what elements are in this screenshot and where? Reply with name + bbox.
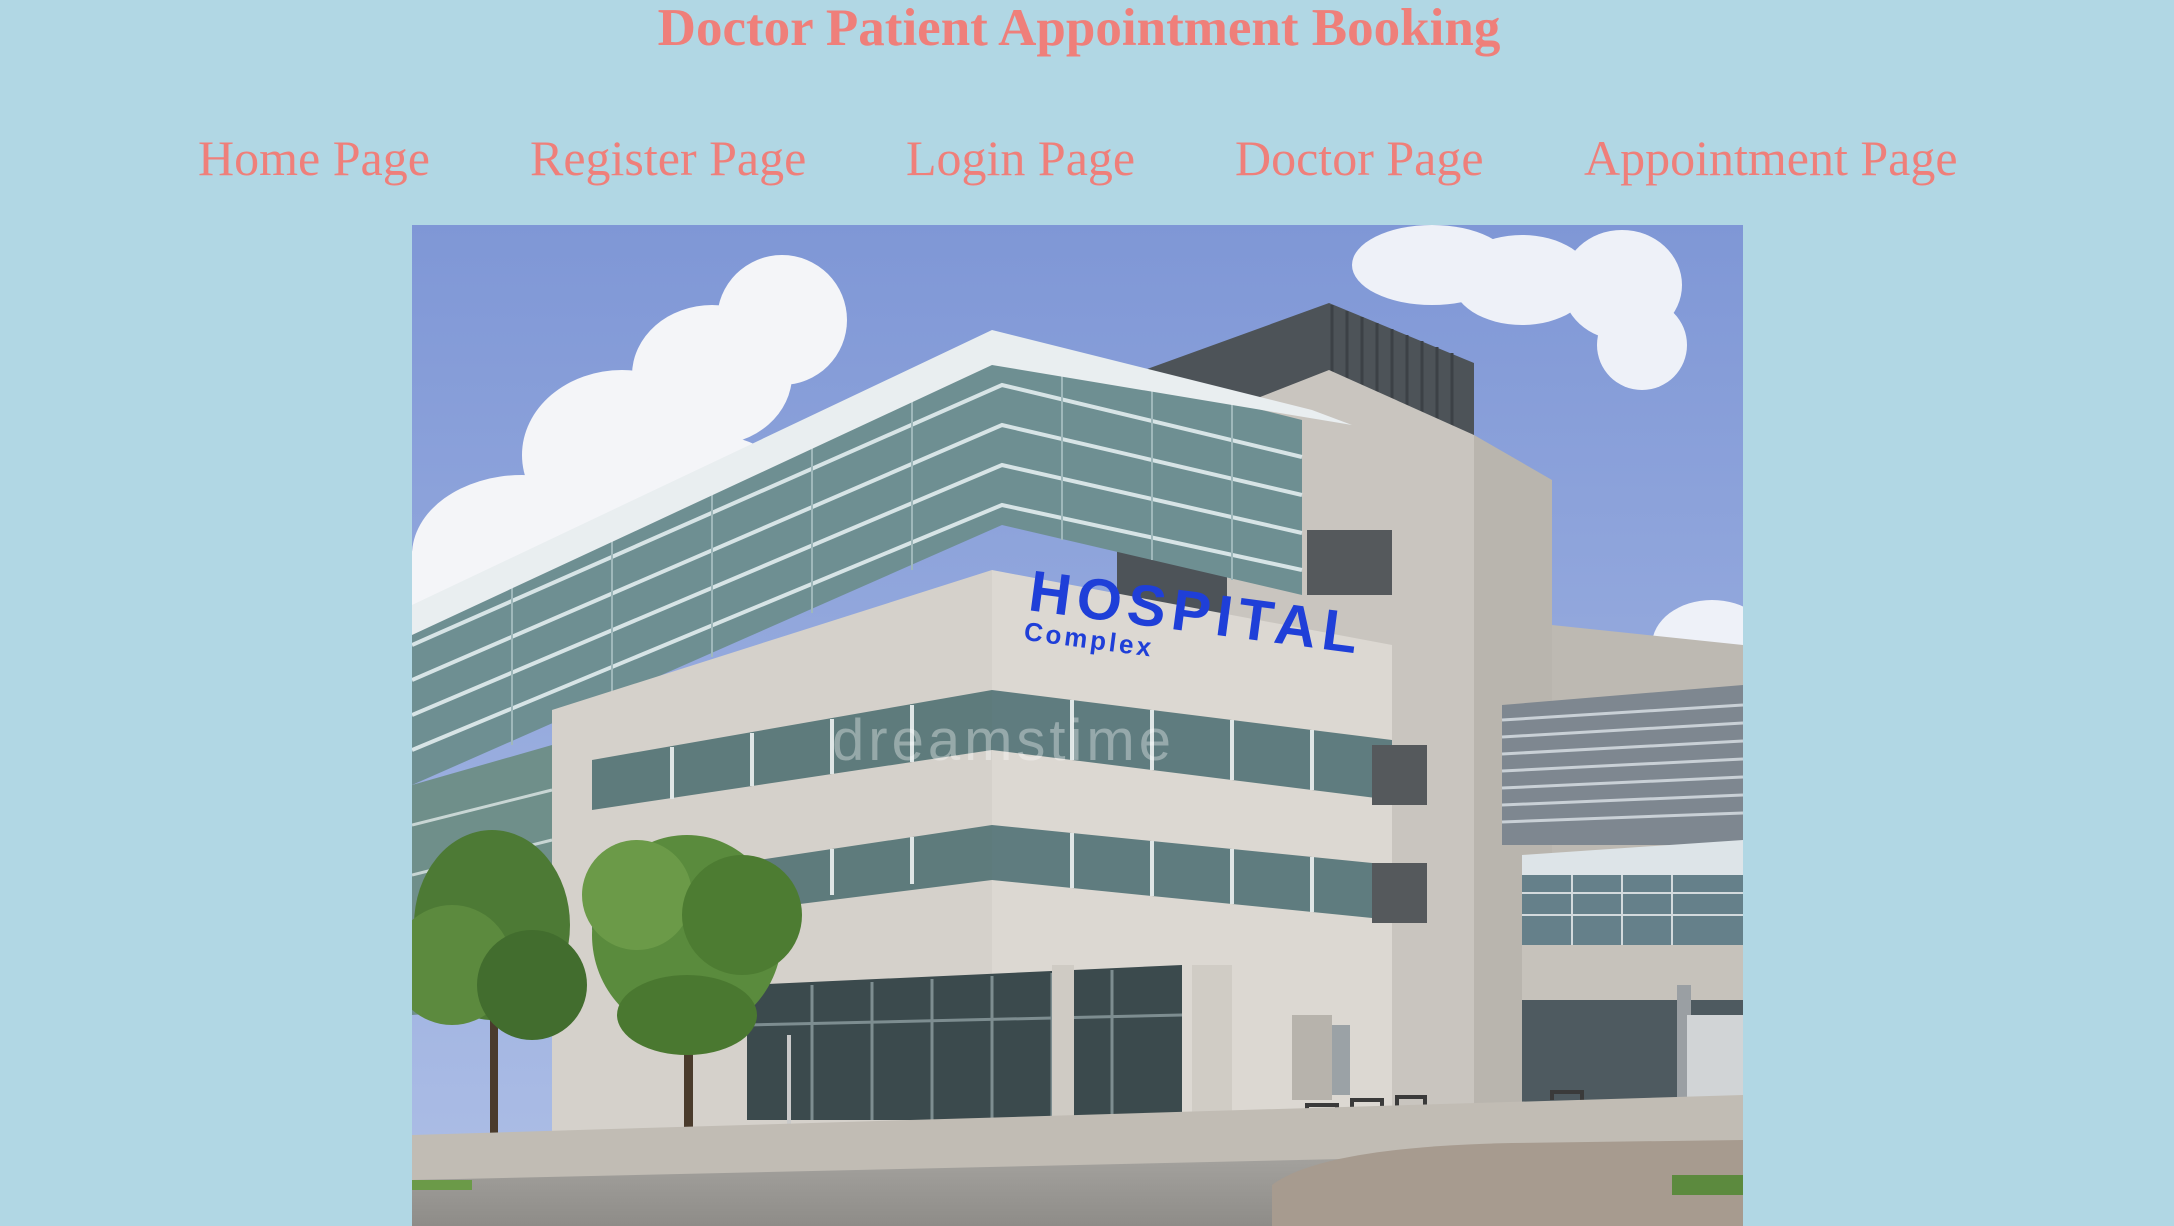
nav-link-register[interactable]: Register Page <box>530 128 806 188</box>
hospital-image: HOSPITAL Complex dreamstime <box>412 225 1743 1226</box>
hospital-illustration: HOSPITAL Complex dreamstime <box>412 225 1743 1226</box>
site-title: Doctor Patient Appointment Booking <box>657 0 1501 57</box>
nav-link-doctor[interactable]: Doctor Page <box>1235 128 1484 188</box>
nav-link-appointment[interactable]: Appointment Page <box>1584 128 1958 188</box>
main-nav: Home Page Register Page Login Page Docto… <box>0 128 2174 188</box>
watermark-text: dreamstime <box>832 708 1175 773</box>
nav-link-login[interactable]: Login Page <box>906 128 1135 188</box>
nav-link-home[interactable]: Home Page <box>198 128 430 188</box>
page: Doctor Patient Appointment Booking Home … <box>0 0 2174 1226</box>
